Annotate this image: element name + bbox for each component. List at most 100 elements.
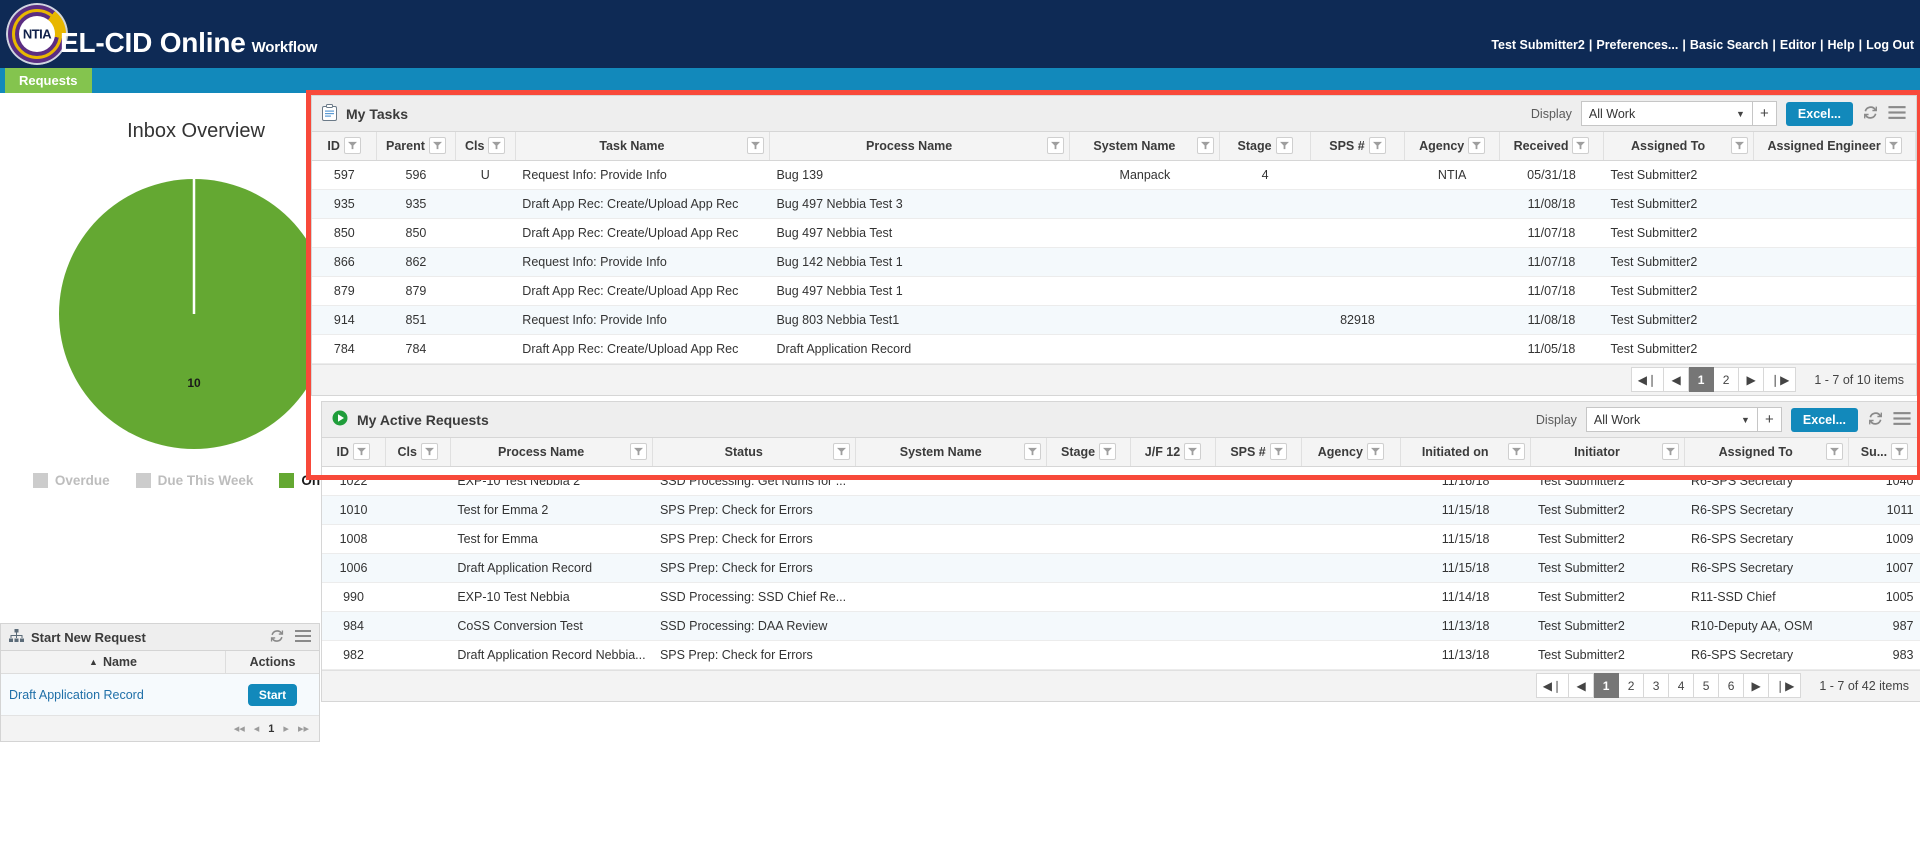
column-header-system-name[interactable]: System Name [855, 438, 1048, 467]
cell-task-name[interactable]: Draft App Rec: Create/Upload App Rec [515, 218, 770, 248]
cell-task-name[interactable]: Request Info: Provide Info [515, 305, 770, 335]
filter-icon[interactable] [1184, 443, 1202, 461]
table-row[interactable]: 784 784 Draft App Rec: Create/Upload App R… [312, 334, 1916, 364]
table-row[interactable]: 1006 Draft Application Record SPS Prep: Ch… [322, 553, 1920, 583]
pager-page-5[interactable]: 5 [1694, 673, 1720, 698]
pager-next-button[interactable]: ▸ [283, 722, 289, 735]
filter-icon[interactable] [1661, 443, 1679, 461]
column-header-status[interactable]: Status [652, 438, 857, 467]
pager-first-button[interactable]: ◀❘ [1535, 673, 1570, 698]
filter-icon[interactable] [1047, 137, 1065, 155]
cell-process-name[interactable]: Draft Application Record Nebbia... [450, 640, 653, 670]
column-header-process-name[interactable]: Process Name [450, 438, 654, 467]
cell-process-name[interactable]: Draft Application Record [450, 553, 653, 583]
table-row[interactable]: 850 850 Draft App Rec: Create/Upload App R… [312, 218, 1916, 248]
column-header-assigned-to[interactable]: Assigned To [1603, 132, 1755, 161]
cell-task-name[interactable]: Draft App Rec: Create/Upload App Rec [515, 334, 770, 364]
filter-icon[interactable] [343, 137, 361, 155]
pager-page-4[interactable]: 4 [1669, 673, 1695, 698]
add-display-button[interactable]: + [1757, 407, 1782, 432]
table-row[interactable]: 866 862 Request Info: Provide Info Bug 142 … [312, 247, 1916, 277]
column-header-cls[interactable]: Cls [455, 132, 516, 161]
pager-last-button[interactable]: ❘▶ [1769, 673, 1802, 698]
hamburger-icon[interactable] [1893, 411, 1911, 428]
column-header-initiated-on[interactable]: Initiated on [1400, 438, 1532, 467]
cell-process-name[interactable]: EXP-10 Test Nebbia [450, 582, 653, 612]
nav-log-out[interactable]: Log Out [1866, 38, 1914, 52]
column-header-assigned-engineer[interactable]: Assigned Engineer [1753, 132, 1916, 161]
table-row[interactable]: 935 935 Draft App Rec: Create/Upload App R… [312, 189, 1916, 219]
filter-icon[interactable] [833, 443, 851, 461]
pager-last-button[interactable]: ❘▶ [1764, 367, 1797, 392]
refresh-icon[interactable] [1867, 410, 1884, 429]
pager-last-button[interactable]: ▸▸ [298, 722, 309, 735]
pager-next-button[interactable]: ▶ [1744, 673, 1770, 698]
table-row[interactable]: 1022 EXP-10 Test Nebbia 2 SSD Processing: … [322, 466, 1920, 496]
request-name-link[interactable]: Draft Application Record [1, 688, 226, 702]
cell-task-name[interactable]: Request Info: Provide Info [515, 247, 770, 277]
cell-process-name[interactable]: EXP-10 Test Nebbia 2 [450, 466, 653, 496]
column-header-agency[interactable]: Agency [1301, 438, 1401, 467]
refresh-icon[interactable] [1862, 104, 1879, 123]
nav-help[interactable]: Help [1828, 38, 1855, 52]
table-row[interactable]: 914 851 Request Info: Provide Info Bug 803 … [312, 305, 1916, 335]
pager-page-1[interactable]: 1 [1689, 367, 1715, 392]
column-header-stage[interactable]: Stage [1219, 132, 1311, 161]
table-row[interactable]: 1008 Test for Emma SPS Prep: Check for Err… [322, 524, 1920, 554]
column-header-initiator[interactable]: Initiator [1530, 438, 1685, 467]
refresh-icon[interactable] [269, 628, 285, 646]
column-header-parent[interactable]: Parent [376, 132, 456, 161]
add-display-button[interactable]: + [1752, 101, 1777, 126]
table-row[interactable]: 879 879 Draft App Rec: Create/Upload App R… [312, 276, 1916, 306]
pager-page-1[interactable]: 1 [268, 723, 274, 735]
pager-page-6[interactable]: 6 [1719, 673, 1745, 698]
start-button[interactable]: Start [247, 683, 298, 706]
excel-export-button[interactable]: Excel... [1790, 407, 1858, 432]
nav-basic-search[interactable]: Basic Search [1690, 38, 1769, 52]
cell-process-name[interactable]: Test for Emma [450, 524, 653, 554]
filter-icon[interactable] [1468, 137, 1486, 155]
hamburger-icon[interactable] [295, 629, 311, 645]
pager-first-button[interactable]: ◂◂ [234, 722, 245, 735]
filter-icon[interactable] [488, 137, 506, 155]
filter-icon[interactable] [1508, 443, 1526, 461]
filter-icon[interactable] [1825, 443, 1843, 461]
column-header-assigned-to[interactable]: Assigned To [1684, 438, 1849, 467]
column-header-su[interactable]: Su... [1848, 438, 1920, 467]
filter-icon[interactable] [1099, 443, 1117, 461]
column-header-stage[interactable]: Stage [1046, 438, 1131, 467]
cell-task-name[interactable]: Draft App Rec: Create/Upload App Rec [515, 189, 770, 219]
column-header-cls[interactable]: Cls [385, 438, 451, 467]
display-select[interactable]: All Work ▼ [1580, 101, 1753, 126]
filter-icon[interactable] [1891, 443, 1909, 461]
filter-icon[interactable] [1368, 137, 1386, 155]
filter-icon[interactable] [1024, 443, 1042, 461]
excel-export-button[interactable]: Excel... [1785, 101, 1853, 126]
column-header-received[interactable]: Received [1499, 132, 1604, 161]
column-header-id[interactable]: ID [312, 132, 378, 161]
hamburger-icon[interactable] [1888, 105, 1906, 122]
nav-editor[interactable]: Editor [1780, 38, 1816, 52]
column-header-system-name[interactable]: System Name [1069, 132, 1221, 161]
filter-icon[interactable] [1269, 443, 1287, 461]
column-header-id[interactable]: ID [322, 438, 386, 467]
pager-first-button[interactable]: ◀❘ [1630, 367, 1665, 392]
table-row[interactable]: 1010 Test for Emma 2 SPS Prep: Check for E… [322, 495, 1920, 525]
pager-prev-button[interactable]: ◀ [1664, 367, 1690, 392]
column-header-name[interactable]: ▲ Name [1, 651, 226, 673]
filter-icon[interactable] [353, 443, 371, 461]
filter-icon[interactable] [746, 137, 764, 155]
cell-process-name[interactable]: Test for Emma 2 [450, 495, 653, 525]
table-row[interactable]: 982 Draft Application Record Nebbia... SPS… [322, 640, 1920, 670]
pager-page-2[interactable]: 2 [1714, 367, 1740, 392]
filter-icon[interactable] [1366, 443, 1384, 461]
column-header-process-name[interactable]: Process Name [769, 132, 1071, 161]
pager-prev-button[interactable]: ◂ [254, 722, 260, 735]
nav-preferences[interactable]: Preferences... [1596, 38, 1678, 52]
column-header-jf12[interactable]: J/F 12 [1130, 438, 1217, 467]
filter-icon[interactable] [428, 137, 446, 155]
column-header-sps[interactable]: SPS # [1215, 438, 1302, 467]
display-select[interactable]: All Work ▼ [1585, 407, 1758, 432]
column-header-task-name[interactable]: Task Name [515, 132, 770, 161]
column-header-agency[interactable]: Agency [1404, 132, 1501, 161]
